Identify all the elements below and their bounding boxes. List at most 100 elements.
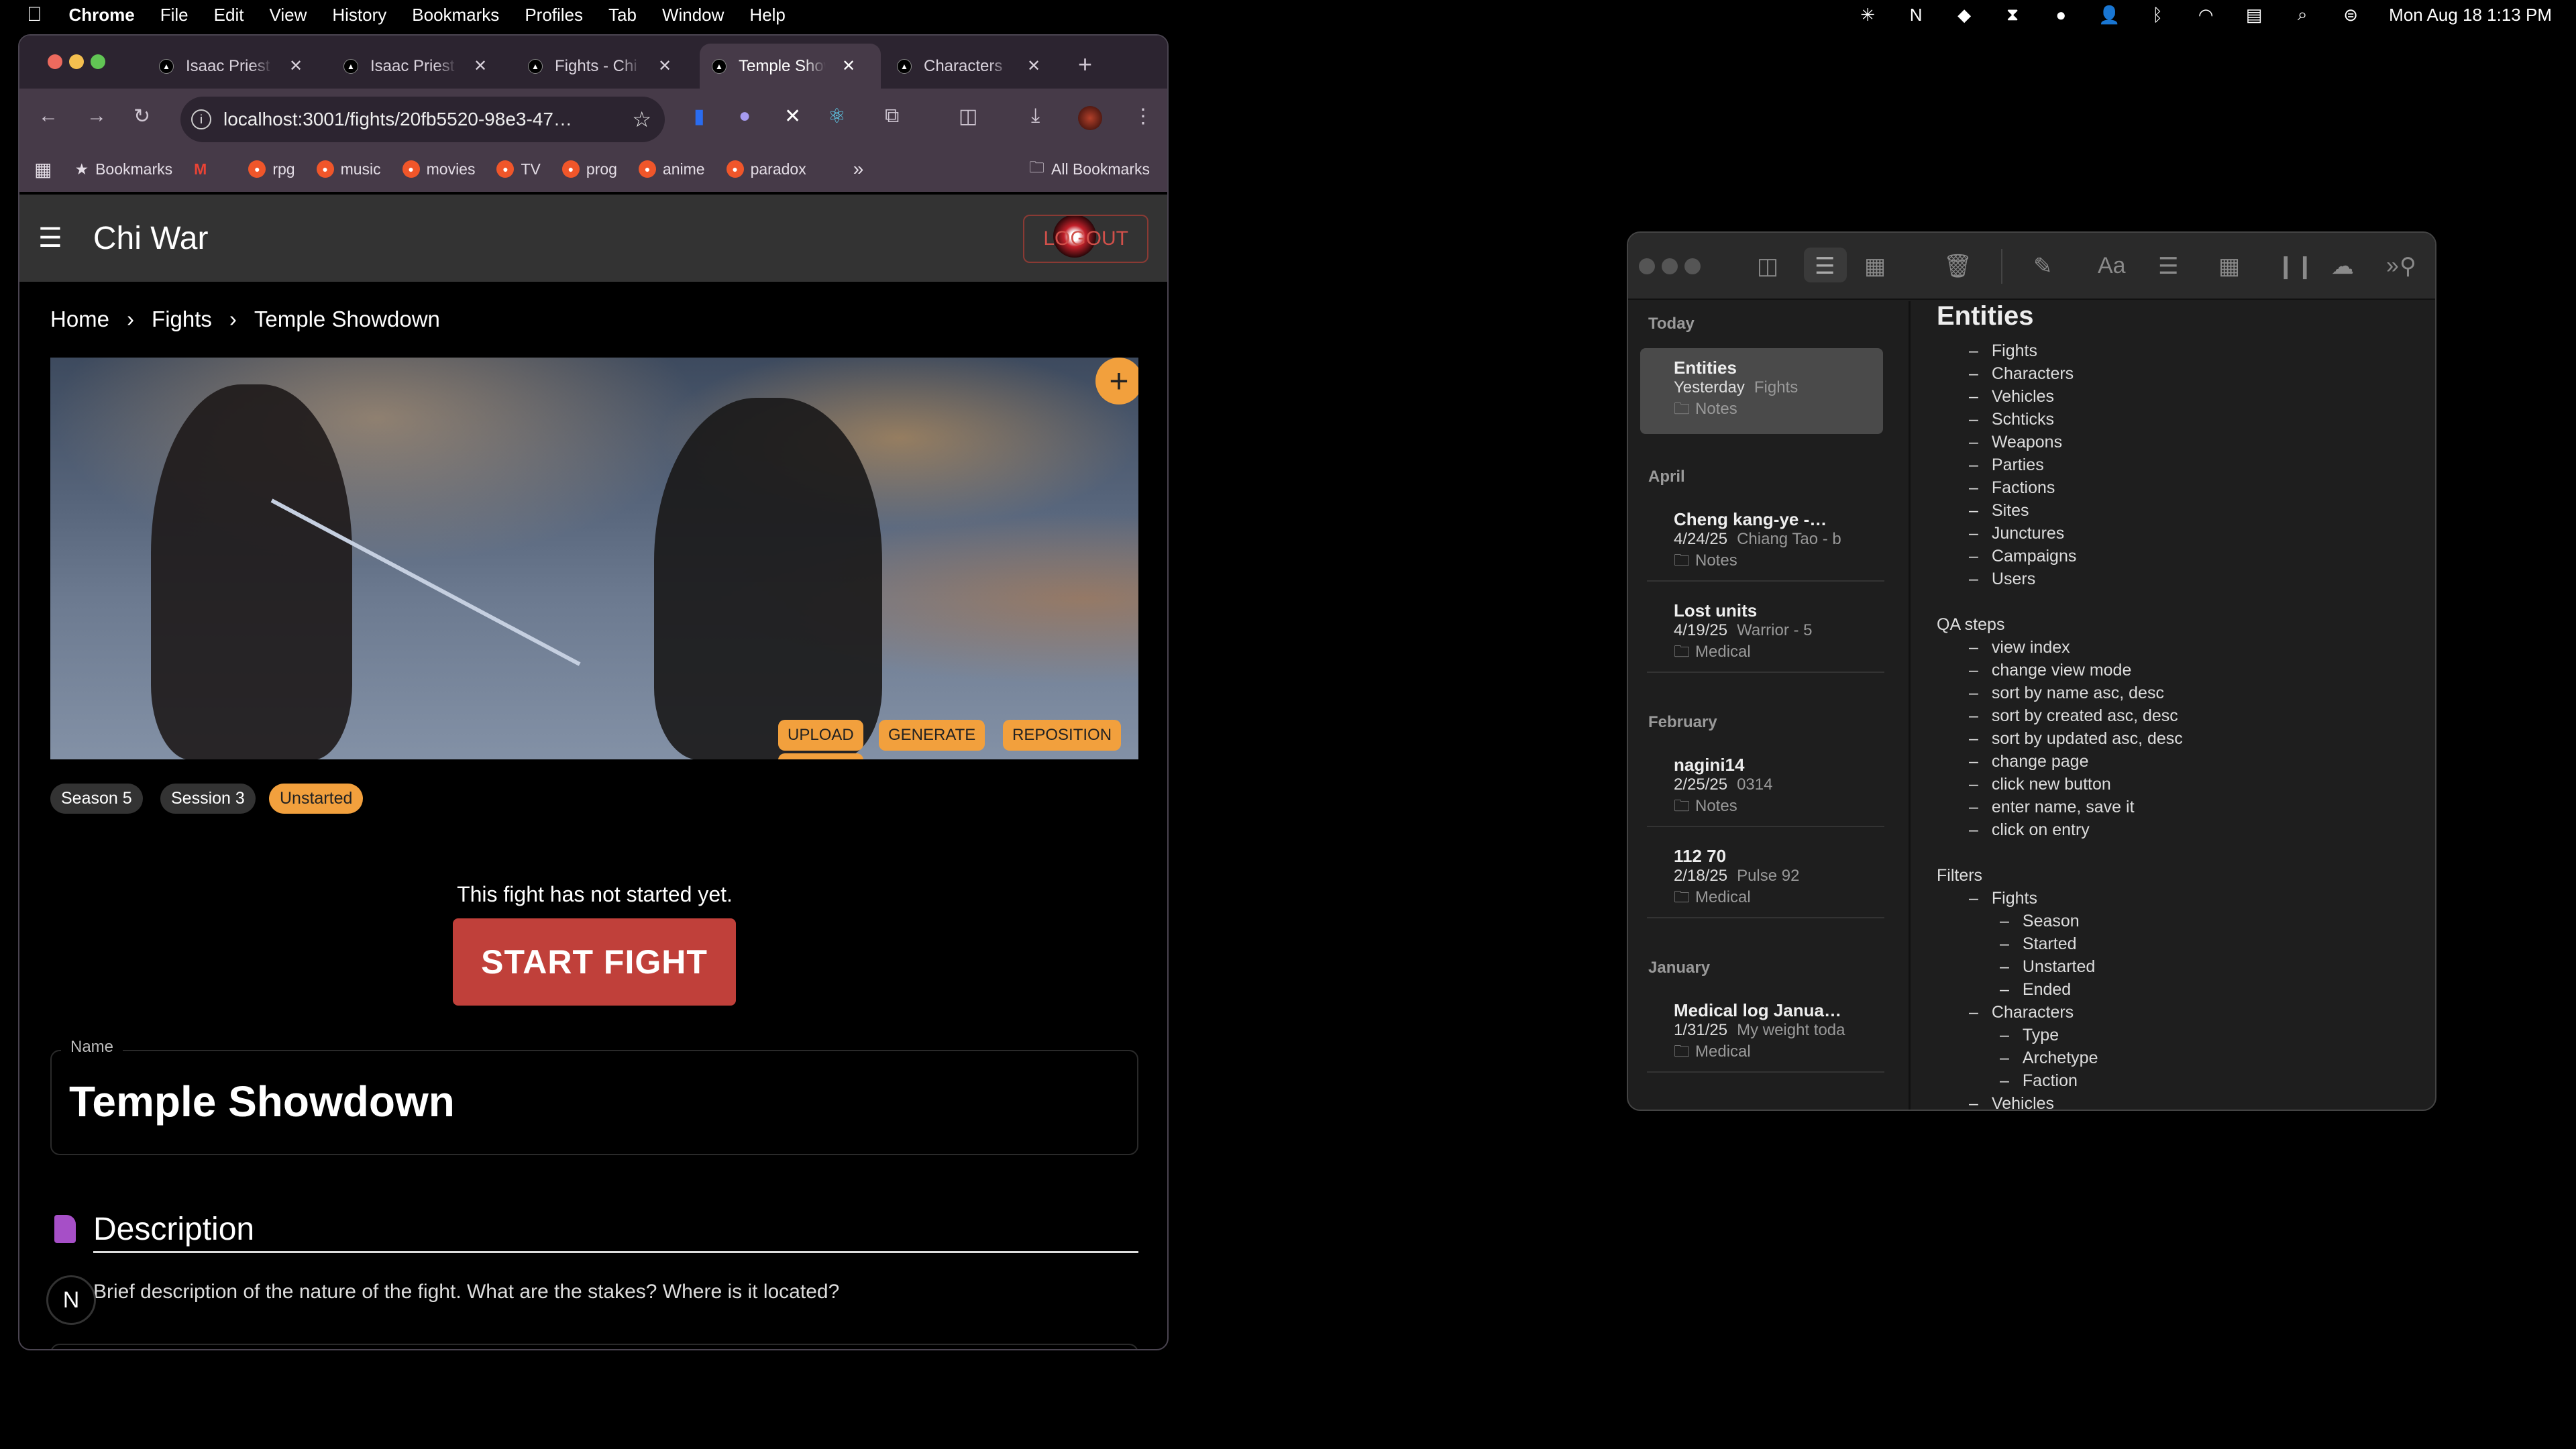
browser-tab[interactable]: ▲ Isaac Priest ✕ <box>331 44 513 89</box>
hamburger-menu-icon[interactable]: ☰ <box>38 223 62 254</box>
profile-badge-icon[interactable]: ● <box>2051 5 2071 25</box>
bookmark-prog[interactable]: ● prog <box>561 160 617 178</box>
menu-view[interactable]: View <box>269 5 307 25</box>
notion-icon[interactable]: N <box>1906 5 1926 25</box>
url-text[interactable]: localhost:3001/fights/20fb5520-98e3-47… <box>223 109 572 130</box>
back-icon[interactable]: ← <box>38 105 58 127</box>
new-tab-button[interactable]: + <box>1078 50 1092 78</box>
reposition-button[interactable]: REPOSITION <box>1003 720 1122 751</box>
note-list-item[interactable]: 112 70 2/18/25 Pulse 92 🗀 Medical <box>1647 842 1884 918</box>
bookmark-gmail[interactable]: M <box>194 160 227 178</box>
menu-profiles[interactable]: Profiles <box>525 5 583 25</box>
bookmark-rpg[interactable]: ● rpg <box>248 160 295 178</box>
minimize-window-button[interactable] <box>1662 258 1678 274</box>
apple-icon[interactable]:  <box>27 3 42 26</box>
table-icon[interactable]: ▦ <box>2218 253 2240 280</box>
generate-button[interactable]: GENERATE <box>879 720 985 751</box>
shield-extension-icon[interactable]: ▮ <box>694 105 705 128</box>
note-list-item[interactable]: Cheng kang-ye -… 4/24/25 Chiang Tao - b 🗀 No… <box>1647 505 1884 582</box>
x-extension-icon[interactable]: ✕ <box>784 105 801 128</box>
bookmark-star-icon[interactable]: ☆ <box>632 107 651 132</box>
address-bar[interactable]: i localhost:3001/fights/20fb5520-98e3-47… <box>180 97 665 142</box>
upload-button-overlay[interactable]: UPLOAD <box>778 720 863 751</box>
close-tab-icon[interactable]: ✕ <box>842 56 855 76</box>
close-tab-icon[interactable]: ✕ <box>1027 56 1040 76</box>
extensions-icon[interactable]: ⧉ <box>885 105 899 127</box>
browser-tab[interactable]: ▲ Isaac Priest ✕ <box>147 44 328 89</box>
forward-icon[interactable]: → <box>87 105 107 127</box>
logout-button[interactable]: LOGOUT <box>1023 215 1148 263</box>
nextjs-badge[interactable]: N <box>46 1275 96 1325</box>
apps-grid-icon[interactable]: ▦ <box>34 158 52 180</box>
close-window-button[interactable] <box>48 54 62 69</box>
breadcrumb-fights[interactable]: Fights <box>152 307 212 332</box>
note-list-item[interactable]: nagini14 2/25/25 0314 🗀 Notes <box>1647 751 1884 827</box>
collaborate-icon[interactable]: ☁ <box>2331 253 2354 280</box>
close-window-button[interactable] <box>1639 258 1655 274</box>
season-chip[interactable]: Season 5 <box>50 784 143 814</box>
reload-icon[interactable]: ↻ <box>133 105 150 128</box>
menu-file[interactable]: File <box>160 5 189 25</box>
zoom-window-button[interactable] <box>91 54 105 69</box>
gmail-icon[interactable]: M <box>194 160 207 178</box>
react-devtools-icon[interactable]: ⚛ <box>828 105 846 128</box>
close-tab-icon[interactable]: ✕ <box>658 56 672 76</box>
bookmark-paradox[interactable]: ● paradox <box>726 160 806 178</box>
next-field[interactable] <box>50 1344 1138 1349</box>
menu-bookmarks[interactable]: Bookmarks <box>412 5 499 25</box>
wifi-icon[interactable]: ◠ <box>2196 5 2216 25</box>
menu-history[interactable]: History <box>332 5 386 25</box>
upload-button[interactable]: UPLOAD <box>778 753 863 759</box>
profile-avatar[interactable] <box>1078 106 1102 130</box>
bookmark-tv[interactable]: ● TV <box>496 160 541 178</box>
close-tab-icon[interactable]: ✕ <box>474 56 487 76</box>
menu-tab[interactable]: Tab <box>608 5 637 25</box>
add-image-button[interactable]: + <box>1095 358 1138 405</box>
search-icon[interactable]: ⚲ <box>2400 253 2416 280</box>
compose-icon[interactable]: ✎ <box>2033 253 2053 280</box>
format-icon[interactable]: Aa <box>2098 253 2126 279</box>
status-chip[interactable]: Unstarted <box>269 784 364 814</box>
bookmark-bookmarks[interactable]: ★ Bookmarks <box>74 160 172 178</box>
dropbox-icon[interactable]: ◆ <box>1954 5 1974 25</box>
browser-tab[interactable]: ▲ Temple Showdown ✕ <box>700 44 881 89</box>
control-center-icon[interactable]: ⊜ <box>2341 5 2361 25</box>
more-menu-icon[interactable]: ⋮ <box>1133 105 1153 128</box>
bartender-icon[interactable]: ⧗ <box>2002 4 2023 25</box>
ghost-extension-icon[interactable]: ● <box>739 105 751 127</box>
audio-icon[interactable]: ❙❙ <box>2276 253 2314 280</box>
more-tools-icon[interactable]: » <box>2386 253 2399 279</box>
sidebar-toggle-icon[interactable]: ◫ <box>1757 253 1778 280</box>
name-value[interactable]: Temple Showdown <box>69 1077 455 1126</box>
clock[interactable]: Mon Aug 18 1:13 PM <box>2389 5 2552 25</box>
breadcrumb-home[interactable]: Home <box>50 307 109 332</box>
name-field[interactable]: Name Temple Showdown <box>50 1038 1138 1155</box>
note-list-item[interactable]: Lost units 4/19/25 Warrior - 5 🗀 Medical <box>1647 596 1884 673</box>
bookmark-music[interactable]: ● music <box>316 160 381 178</box>
more-bookmarks-icon[interactable]: » <box>853 158 864 180</box>
keyboard-icon[interactable]: ▤ <box>2244 5 2264 25</box>
start-fight-button[interactable]: START FIGHT <box>453 918 736 1006</box>
browser-tab[interactable]: ▲ Characters ✕ <box>885 44 1066 89</box>
bookmark-anime[interactable]: ● anime <box>638 160 705 178</box>
note-editor[interactable]: Entities – Fights – Characters – Vehicles – Sch… <box>1929 301 2425 1110</box>
note-list-item[interactable]: Medical log Janua… 1/31/25 My weight toda 🗀… <box>1647 996 1884 1073</box>
menu-app[interactable]: Chrome <box>69 5 135 25</box>
download-icon[interactable]: ⤓ <box>1031 105 1040 127</box>
app-title[interactable]: Chi War <box>93 220 209 257</box>
close-tab-icon[interactable]: ✕ <box>289 56 303 76</box>
perplexity-icon[interactable]: ✳ <box>1858 5 1878 25</box>
all-bookmarks[interactable]: 🗀 All Bookmarks <box>1029 156 1150 182</box>
bluetooth-icon[interactable]: ᛒ <box>2147 5 2167 25</box>
description-input[interactable]: Brief description of the nature of the f… <box>93 1281 839 1303</box>
user-icon[interactable]: 👤 <box>2098 5 2120 25</box>
tab-search-icon[interactable]: ◫ <box>959 105 977 128</box>
minimize-window-button[interactable] <box>69 54 84 69</box>
session-chip[interactable]: Session 3 <box>160 784 256 814</box>
note-list-item[interactable]: Entities Yesterday Fights 🗀 Notes <box>1640 348 1883 434</box>
spotlight-icon[interactable]: ⌕ <box>2292 4 2312 25</box>
gallery-view-icon[interactable]: ▦ <box>1864 253 1886 280</box>
trash-icon[interactable]: 🗑 <box>1943 253 1972 280</box>
checklist-icon[interactable]: ☰ <box>2158 253 2178 280</box>
zoom-window-button[interactable] <box>1684 258 1701 274</box>
